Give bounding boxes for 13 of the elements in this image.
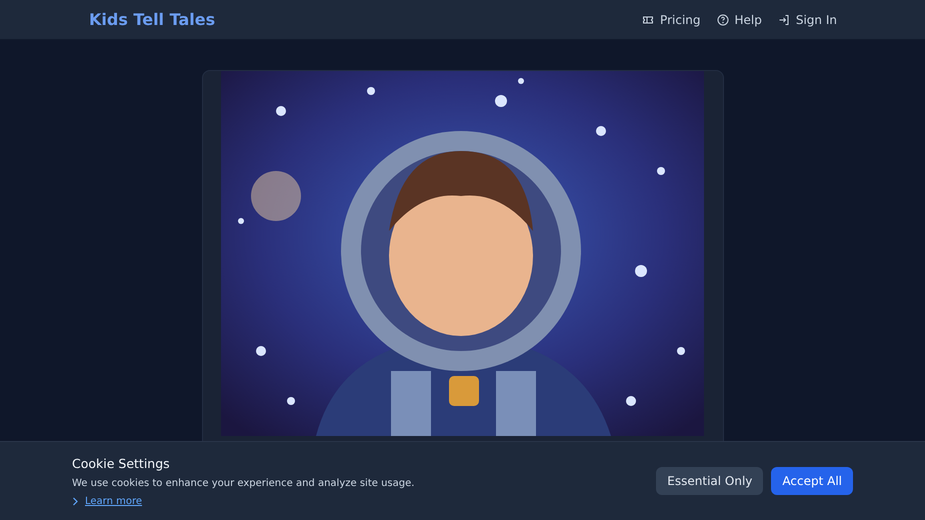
help-icon [716,14,728,26]
brand-logo[interactable]: Kids Tell Tales [89,10,216,29]
learn-more-link[interactable]: Learn more [85,496,142,506]
essential-button[interactable]: Essential Only [656,467,764,495]
banner-text: We use cookies to enhance your experience and analyze site usage. [72,478,414,488]
nav-link[interactable]: Pricing [642,12,700,26]
nav-link[interactable]: Sign In [778,12,837,26]
chevron-icon [72,496,79,506]
banner-title: Cookie Settings [72,456,171,470]
ticket-icon [642,14,654,26]
sign-in-icon [778,14,790,26]
nav-link[interactable]: Help [716,12,762,26]
accept-button[interactable]: Accept All [771,467,853,495]
